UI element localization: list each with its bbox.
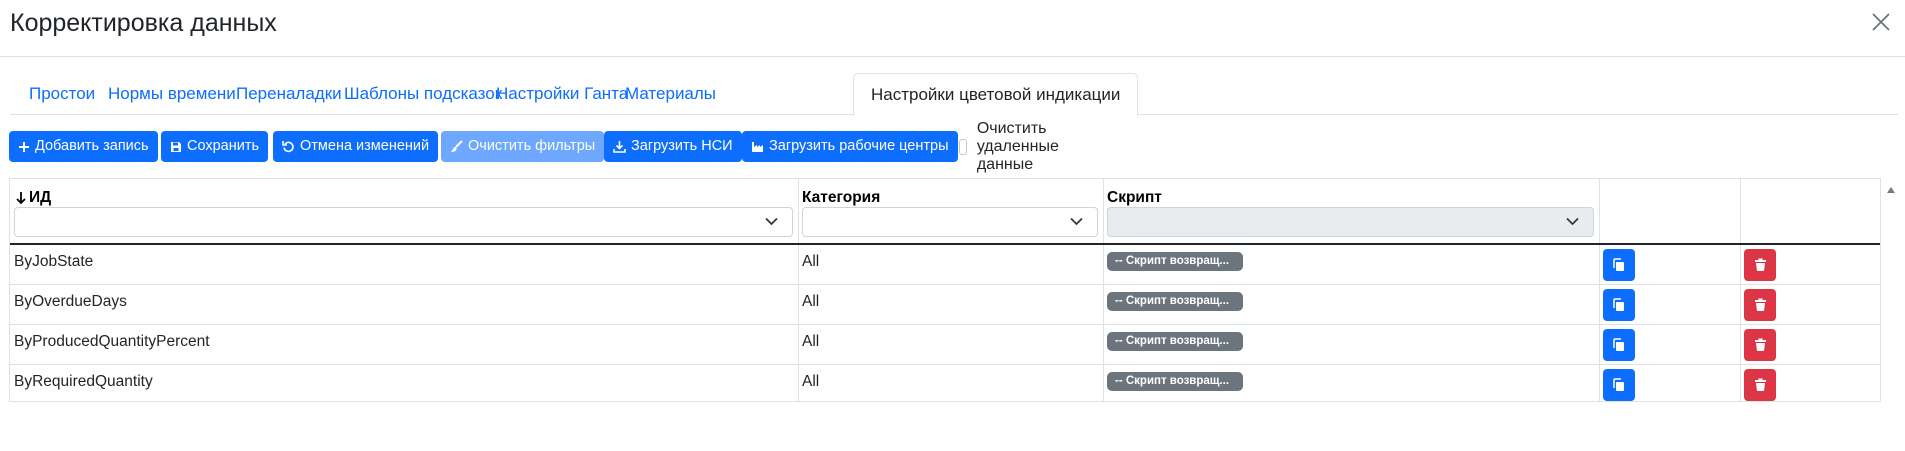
column-header-id[interactable]: ИД — [15, 189, 51, 207]
plus-icon — [19, 141, 29, 152]
cell-category: All — [802, 293, 820, 310]
script-badge: -- Скрипт возвращ... — [1107, 332, 1243, 351]
close-icon[interactable] — [1869, 10, 1893, 34]
trash-icon — [1754, 298, 1766, 311]
scroll-up-arrow[interactable] — [1886, 182, 1896, 193]
load-work-centers-label: Загрузить рабочие центры — [769, 138, 949, 154]
cell-category: All — [802, 253, 820, 270]
cell-category: All — [802, 373, 820, 390]
chevron-down-icon — [765, 217, 778, 226]
dialog-title: Корректировка данных — [10, 9, 277, 37]
tab-color-indication[interactable]: Настройки цветовой индикации — [853, 73, 1139, 116]
table-row[interactable]: ByProducedQuantityPercent All -- Скрипт … — [10, 325, 1880, 365]
save-label: Сохранить — [187, 138, 260, 154]
copy-button[interactable] — [1603, 289, 1635, 321]
script-badge: -- Скрипт возвращ... — [1107, 292, 1243, 311]
undo-icon — [282, 141, 294, 153]
load-work-centers-button[interactable]: Загрузить рабочие центры — [742, 131, 958, 162]
script-badge: -- Скрипт возвращ... — [1107, 252, 1243, 271]
clear-filters-button[interactable]: Очистить фильтры — [441, 131, 605, 162]
copy-button[interactable] — [1603, 249, 1635, 281]
table-row[interactable]: ByRequiredQuantity All -- Скрипт возвращ… — [10, 365, 1880, 405]
delete-button[interactable] — [1744, 249, 1776, 281]
load-nsi-button[interactable]: Загрузить НСИ — [604, 131, 742, 162]
copy-icon — [1613, 298, 1624, 311]
save-button[interactable]: Сохранить — [161, 131, 269, 162]
dialog-header: Корректировка данных — [0, 0, 1905, 57]
chevron-down-icon — [1566, 217, 1579, 226]
table-row[interactable]: ByOverdueDays All -- Скрипт возвращ... — [10, 285, 1880, 325]
script-badge: -- Скрипт возвращ... — [1107, 372, 1243, 391]
cell-id: ByRequiredQuantity — [14, 373, 153, 390]
save-icon — [171, 141, 181, 152]
sort-down-icon — [16, 192, 26, 205]
table-row[interactable]: ByJobState All -- Скрипт возвращ... — [10, 245, 1880, 285]
copy-button[interactable] — [1603, 329, 1635, 361]
clear-deleted-label: Очистить удаленные данные — [976, 119, 1059, 173]
data-grid: ИД Категория Скрипт ByJobState All -- Ск… — [9, 178, 1881, 402]
column-header-category[interactable]: Категория — [802, 189, 880, 207]
copy-icon — [1613, 378, 1624, 391]
category-filter-select[interactable] — [802, 207, 1098, 237]
column-header-script[interactable]: Скрипт — [1107, 189, 1162, 207]
chevron-down-icon — [1070, 217, 1083, 226]
cancel-changes-button[interactable]: Отмена изменений — [273, 131, 439, 162]
id-filter-select[interactable] — [14, 207, 793, 237]
factory-icon — [752, 142, 763, 152]
copy-button[interactable] — [1603, 369, 1635, 401]
tab-materials[interactable]: Материалы — [608, 73, 733, 115]
copy-icon — [1613, 258, 1624, 271]
clear-deleted-option[interactable]: Очистить удаленные данные — [959, 120, 1067, 173]
cell-id: ByProducedQuantityPercent — [14, 333, 210, 350]
script-filter-select — [1107, 207, 1594, 237]
load-nsi-label: Загрузить НСИ — [631, 138, 733, 154]
add-record-label: Добавить запись — [35, 138, 149, 154]
cell-id: ByJobState — [14, 253, 94, 270]
column-header-id-label: ИД — [29, 189, 52, 206]
copy-icon — [1613, 338, 1624, 351]
tab-bar: Простои Нормы времени Переналадки Шаблон… — [10, 73, 1898, 116]
cancel-changes-label: Отмена изменений — [300, 138, 430, 154]
download-icon — [613, 141, 626, 153]
add-record-button[interactable]: Добавить запись — [9, 131, 158, 162]
delete-button[interactable] — [1744, 329, 1776, 361]
trash-icon — [1754, 258, 1766, 271]
clear-filters-label: Очистить фильтры — [468, 138, 596, 154]
cell-category: All — [802, 333, 820, 350]
trash-icon — [1754, 338, 1766, 351]
trash-icon — [1754, 378, 1766, 391]
cell-id: ByOverdueDays — [14, 293, 127, 310]
delete-button[interactable] — [1744, 369, 1776, 401]
delete-button[interactable] — [1744, 289, 1776, 321]
brush-icon — [451, 140, 463, 152]
clear-deleted-checkbox[interactable] — [959, 138, 967, 155]
